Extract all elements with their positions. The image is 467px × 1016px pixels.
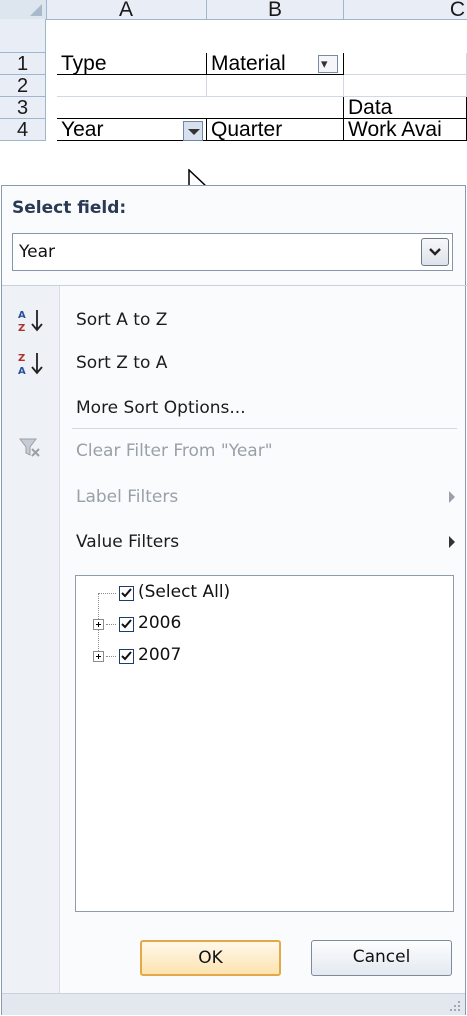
checkmark-icon (121, 651, 132, 661)
resize-strip (2, 993, 465, 1015)
divider (2, 285, 467, 286)
select-all-label[interactable]: (Select All) (138, 582, 230, 602)
column-header-b[interactable]: B (207, 0, 344, 20)
svg-text:Z: Z (18, 353, 25, 364)
label-filters-item[interactable]: Label Filters (76, 487, 178, 507)
sort-za-icon: Z A (18, 353, 43, 376)
select-all-corner[interactable] (0, 0, 47, 19)
svg-text:Z: Z (18, 323, 25, 333)
cell-c3[interactable]: Data (344, 97, 467, 119)
corner-triangle-icon (30, 4, 42, 16)
expand-2006-icon[interactable] (93, 619, 104, 630)
resize-grip-icon[interactable] (449, 1000, 461, 1012)
cell-b4[interactable]: Quarter (207, 119, 344, 141)
value-filters-item[interactable]: Value Filters (76, 532, 179, 552)
row-header-1[interactable]: 1 (0, 53, 46, 75)
year-2007-checkbox[interactable] (119, 649, 134, 664)
checkmark-icon (121, 588, 132, 598)
tree-connector (106, 656, 116, 657)
clear-filter-item[interactable]: Clear Filter From "Year" (76, 441, 273, 461)
year-2007-label[interactable]: 2007 (138, 645, 181, 665)
row-header-3[interactable]: 3 (0, 97, 46, 119)
select-field-value: Year (19, 242, 55, 262)
spreadsheet-grid: A B C 1 2 3 4 Type Material ▾ Data Year … (0, 0, 467, 185)
svg-text:A: A (18, 366, 26, 376)
cancel-button[interactable]: Cancel (311, 940, 452, 976)
chevron-down-icon (429, 248, 441, 256)
select-field-dropdown[interactable]: Year (12, 233, 453, 271)
cell-b2[interactable] (207, 75, 344, 97)
cell-c2[interactable] (344, 75, 467, 97)
row-header-4[interactable]: 4 (0, 119, 46, 141)
submenu-arrow-icon (449, 536, 455, 548)
cell-c4[interactable]: Work Avai (344, 119, 467, 141)
select-field-arrow-button[interactable] (421, 238, 449, 266)
year-2006-checkbox[interactable] (119, 617, 134, 632)
svg-text:A: A (18, 310, 26, 321)
expand-2007-icon[interactable] (93, 651, 104, 662)
row-header-2[interactable]: 2 (0, 75, 46, 97)
clear-filter-icon (19, 438, 40, 457)
cell-a1[interactable]: Type (57, 53, 207, 75)
checkmark-icon (121, 619, 132, 629)
material-filter-button[interactable]: ▾ (318, 55, 338, 73)
year-filter-dropdown-button[interactable] (183, 121, 203, 141)
column-header-c[interactable]: C (344, 0, 467, 20)
more-sort-options-item[interactable]: More Sort Options... (76, 398, 246, 418)
year-2006-label[interactable]: 2006 (138, 613, 181, 633)
divider (72, 428, 457, 429)
value-tree-list[interactable]: (Select All) 2006 2007 (75, 575, 454, 912)
tree-connector (98, 593, 116, 594)
autofilter-popup: Select field: Year A Z Sort A to Z Z A S… (1, 185, 467, 1015)
sort-az-icon: A Z (18, 310, 43, 333)
ok-button[interactable]: OK (140, 940, 281, 976)
tree-connector (106, 624, 116, 625)
funnel-icon: ▾ (321, 57, 328, 72)
cell-a3[interactable] (57, 97, 344, 119)
cell-a2[interactable] (57, 75, 207, 97)
cell-c1[interactable] (344, 53, 467, 75)
row-header-1b[interactable] (0, 19, 46, 53)
sort-a-to-z-item[interactable]: Sort A to Z (76, 310, 167, 330)
menu-icon-strip (2, 286, 60, 1015)
sort-z-to-a-item[interactable]: Sort Z to A (76, 353, 167, 373)
dropdown-arrow-icon (188, 129, 200, 135)
select-all-checkbox[interactable] (119, 586, 134, 601)
select-field-label: Select field: (12, 198, 127, 218)
column-header-a[interactable]: A (46, 0, 207, 20)
submenu-arrow-icon (449, 491, 455, 503)
